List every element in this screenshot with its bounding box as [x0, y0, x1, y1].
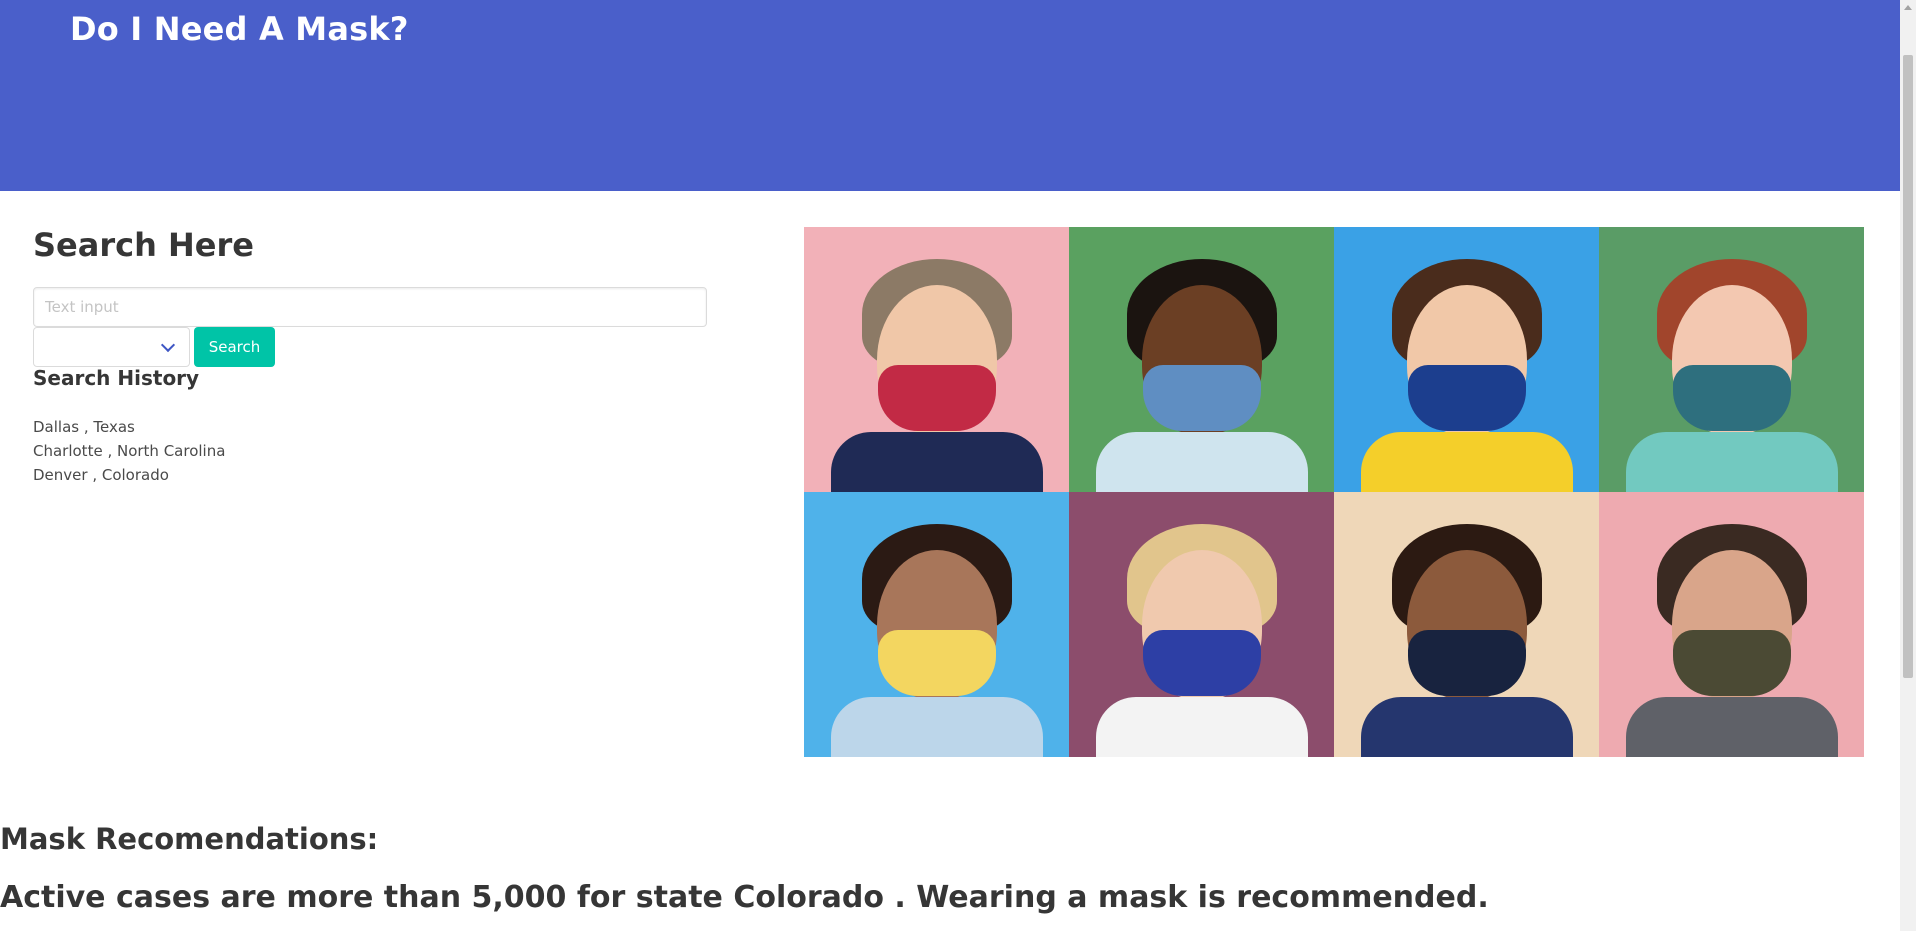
- scrollbar-thumb[interactable]: [1903, 55, 1913, 678]
- search-history-heading: Search History: [33, 366, 200, 390]
- search-history-item[interactable]: Dallas , Texas: [33, 415, 225, 439]
- search-button[interactable]: Search: [194, 327, 275, 367]
- photo-banana-mask: [1334, 227, 1599, 492]
- photo-polka-dot-mask: [1334, 492, 1599, 757]
- photo-blue-leaf-mask: [1069, 492, 1334, 757]
- search-history-list: Dallas , Texas Charlotte , North Carolin…: [33, 415, 225, 487]
- photo-gingham-mask: [1599, 227, 1864, 492]
- recommendation-text: Active cases are more than 5,000 for sta…: [0, 880, 1489, 915]
- page-title: Do I Need A Mask?: [70, 10, 409, 48]
- scroll-up-arrow-icon[interactable]: [1904, 5, 1912, 10]
- photo-yellow-floral-mask: [804, 492, 1069, 757]
- chevron-down-icon: [160, 337, 176, 353]
- recommendations-heading: Mask Recomendations:: [0, 822, 379, 856]
- page-scrollbar[interactable]: [1900, 0, 1916, 931]
- search-history-item[interactable]: Charlotte , North Carolina: [33, 439, 225, 463]
- search-input[interactable]: [33, 287, 707, 327]
- photo-plaid-mask: [804, 227, 1069, 492]
- mask-photo-grid: [804, 227, 1864, 757]
- photo-denim-mask: [1069, 227, 1334, 492]
- search-history-item[interactable]: Denver , Colorado: [33, 463, 225, 487]
- state-select[interactable]: [33, 327, 190, 367]
- hero-banner: Do I Need A Mask?: [0, 0, 1900, 191]
- search-heading: Search Here: [33, 226, 254, 264]
- photo-camo-mask: [1599, 492, 1864, 757]
